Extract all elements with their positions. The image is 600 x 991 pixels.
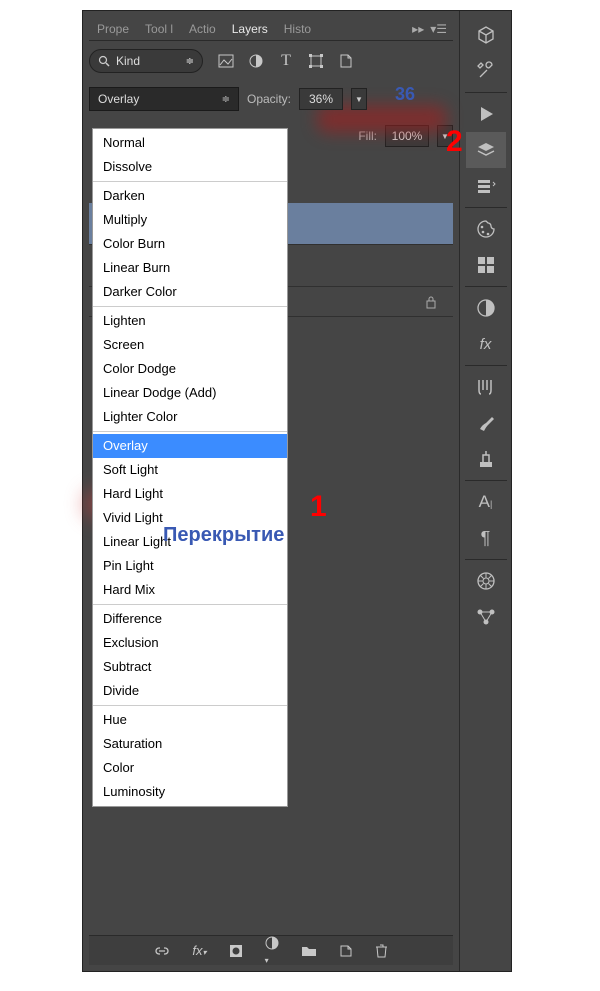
filter-smart-icon[interactable] <box>337 52 355 70</box>
new-layer-icon[interactable] <box>339 944 353 958</box>
blend-option-linear-dodge-add-[interactable]: Linear Dodge (Add) <box>93 381 287 405</box>
mask-icon[interactable] <box>229 944 243 958</box>
fill-value[interactable]: 100% <box>385 125 429 147</box>
filter-kind-select[interactable]: Kind ≑ <box>89 49 203 73</box>
fill-label[interactable]: Fill: <box>358 129 377 143</box>
blend-option-darker-color[interactable]: Darker Color <box>93 280 287 304</box>
group-icon[interactable] <box>301 944 317 957</box>
tab-layers[interactable]: Layers <box>224 18 276 40</box>
lock-icon <box>425 295 437 309</box>
swatches-icon[interactable] <box>466 247 506 283</box>
blend-option-multiply[interactable]: Multiply <box>93 208 287 232</box>
blend-option-lighter-color[interactable]: Lighter Color <box>93 405 287 429</box>
filter-type-icon[interactable]: T <box>277 52 295 70</box>
dock-separator <box>465 207 507 208</box>
blend-option-hard-mix[interactable]: Hard Mix <box>93 578 287 602</box>
adjust-icon[interactable] <box>466 290 506 326</box>
blend-option-overlay[interactable]: Overlay <box>93 434 287 458</box>
tab-tool-l[interactable]: Tool l <box>137 18 181 40</box>
opacity-dropdown[interactable]: ▼ <box>351 88 367 110</box>
clone-icon[interactable] <box>466 441 506 477</box>
blend-option-lighten[interactable]: Lighten <box>93 309 287 333</box>
tab-actio[interactable]: Actio <box>181 18 224 40</box>
filter-adjustment-icon[interactable] <box>247 52 265 70</box>
tab-prope[interactable]: Prope <box>89 18 137 40</box>
dock-separator <box>465 92 507 93</box>
character-icon[interactable]: A| <box>466 484 506 520</box>
adjustment-icon[interactable]: ▾ <box>265 936 279 966</box>
right-dock: fx A|¶ <box>459 11 511 971</box>
cube-icon[interactable] <box>466 17 506 53</box>
search-icon <box>98 55 110 67</box>
dock-separator <box>465 286 507 287</box>
palette-icon[interactable] <box>466 211 506 247</box>
blend-mode-select[interactable]: Overlay ≑ <box>89 87 239 111</box>
blend-option-linear-burn[interactable]: Linear Burn <box>93 256 287 280</box>
trash-icon[interactable] <box>375 943 388 958</box>
blend-option-normal[interactable]: Normal <box>93 131 287 155</box>
play-icon[interactable] <box>466 96 506 132</box>
layers-bottom-bar: fx▾ ▾ <box>89 935 453 965</box>
blend-option-saturation[interactable]: Saturation <box>93 732 287 756</box>
link-icon[interactable] <box>154 946 170 956</box>
blend-option-color[interactable]: Color <box>93 756 287 780</box>
filter-pixel-icon[interactable] <box>217 52 235 70</box>
blend-option-dissolve[interactable]: Dissolve <box>93 155 287 179</box>
fx-icon[interactable]: fx▾ <box>192 943 206 958</box>
blend-mode-current: Overlay <box>98 92 139 106</box>
blend-option-divide[interactable]: Divide <box>93 679 287 703</box>
blend-mode-dropdown: NormalDissolveDarkenMultiplyColor BurnLi… <box>92 128 288 807</box>
layers-icon[interactable] <box>466 132 506 168</box>
blend-option-screen[interactable]: Screen <box>93 333 287 357</box>
blend-option-subtract[interactable]: Subtract <box>93 655 287 679</box>
tools-icon[interactable] <box>466 53 506 89</box>
brush-icon[interactable] <box>466 405 506 441</box>
blend-option-vivid-light[interactable]: Vivid Light <box>93 506 287 530</box>
brushes-icon[interactable] <box>466 369 506 405</box>
filter-shape-icon[interactable] <box>307 52 325 70</box>
panel-menu-icon[interactable]: ▾☰ <box>430 22 447 36</box>
layer-filter-row: Kind ≑ T <box>89 49 453 73</box>
graph-icon[interactable] <box>466 599 506 635</box>
tab-histo[interactable]: Histo <box>276 18 319 40</box>
blend-option-difference[interactable]: Difference <box>93 607 287 631</box>
filter-kind-label: Kind <box>116 54 140 68</box>
dock-separator <box>465 559 507 560</box>
blend-option-luminosity[interactable]: Luminosity <box>93 780 287 804</box>
blend-option-color-dodge[interactable]: Color Dodge <box>93 357 287 381</box>
blend-option-pin-light[interactable]: Pin Light <box>93 554 287 578</box>
blend-option-color-burn[interactable]: Color Burn <box>93 232 287 256</box>
blend-option-hard-light[interactable]: Hard Light <box>93 482 287 506</box>
chevron-updown-icon: ≑ <box>186 56 194 67</box>
dock-separator <box>465 365 507 366</box>
blend-option-darken[interactable]: Darken <box>93 184 287 208</box>
fx-icon[interactable]: fx <box>466 326 506 362</box>
blend-option-hue[interactable]: Hue <box>93 708 287 732</box>
collapse-icon[interactable]: ▸▸ <box>412 22 424 36</box>
queue-icon[interactable] <box>466 168 506 204</box>
panel-tabs: PropeTool lActioLayersHisto ▸▸ ▾☰ <box>89 17 453 41</box>
chevron-updown-icon: ≑ <box>222 94 230 105</box>
blend-option-linear-light[interactable]: Linear Light <box>93 530 287 554</box>
blend-option-exclusion[interactable]: Exclusion <box>93 631 287 655</box>
blend-mode-row: Overlay ≑ Opacity: 36% ▼ <box>89 87 453 111</box>
fill-dropdown[interactable]: ▼ <box>437 125 453 147</box>
wheel-icon[interactable] <box>466 563 506 599</box>
paragraph-icon[interactable]: ¶ <box>466 520 506 556</box>
dock-separator <box>465 480 507 481</box>
opacity-value[interactable]: 36% <box>299 88 343 110</box>
blend-option-soft-light[interactable]: Soft Light <box>93 458 287 482</box>
opacity-label[interactable]: Opacity: <box>247 92 291 106</box>
